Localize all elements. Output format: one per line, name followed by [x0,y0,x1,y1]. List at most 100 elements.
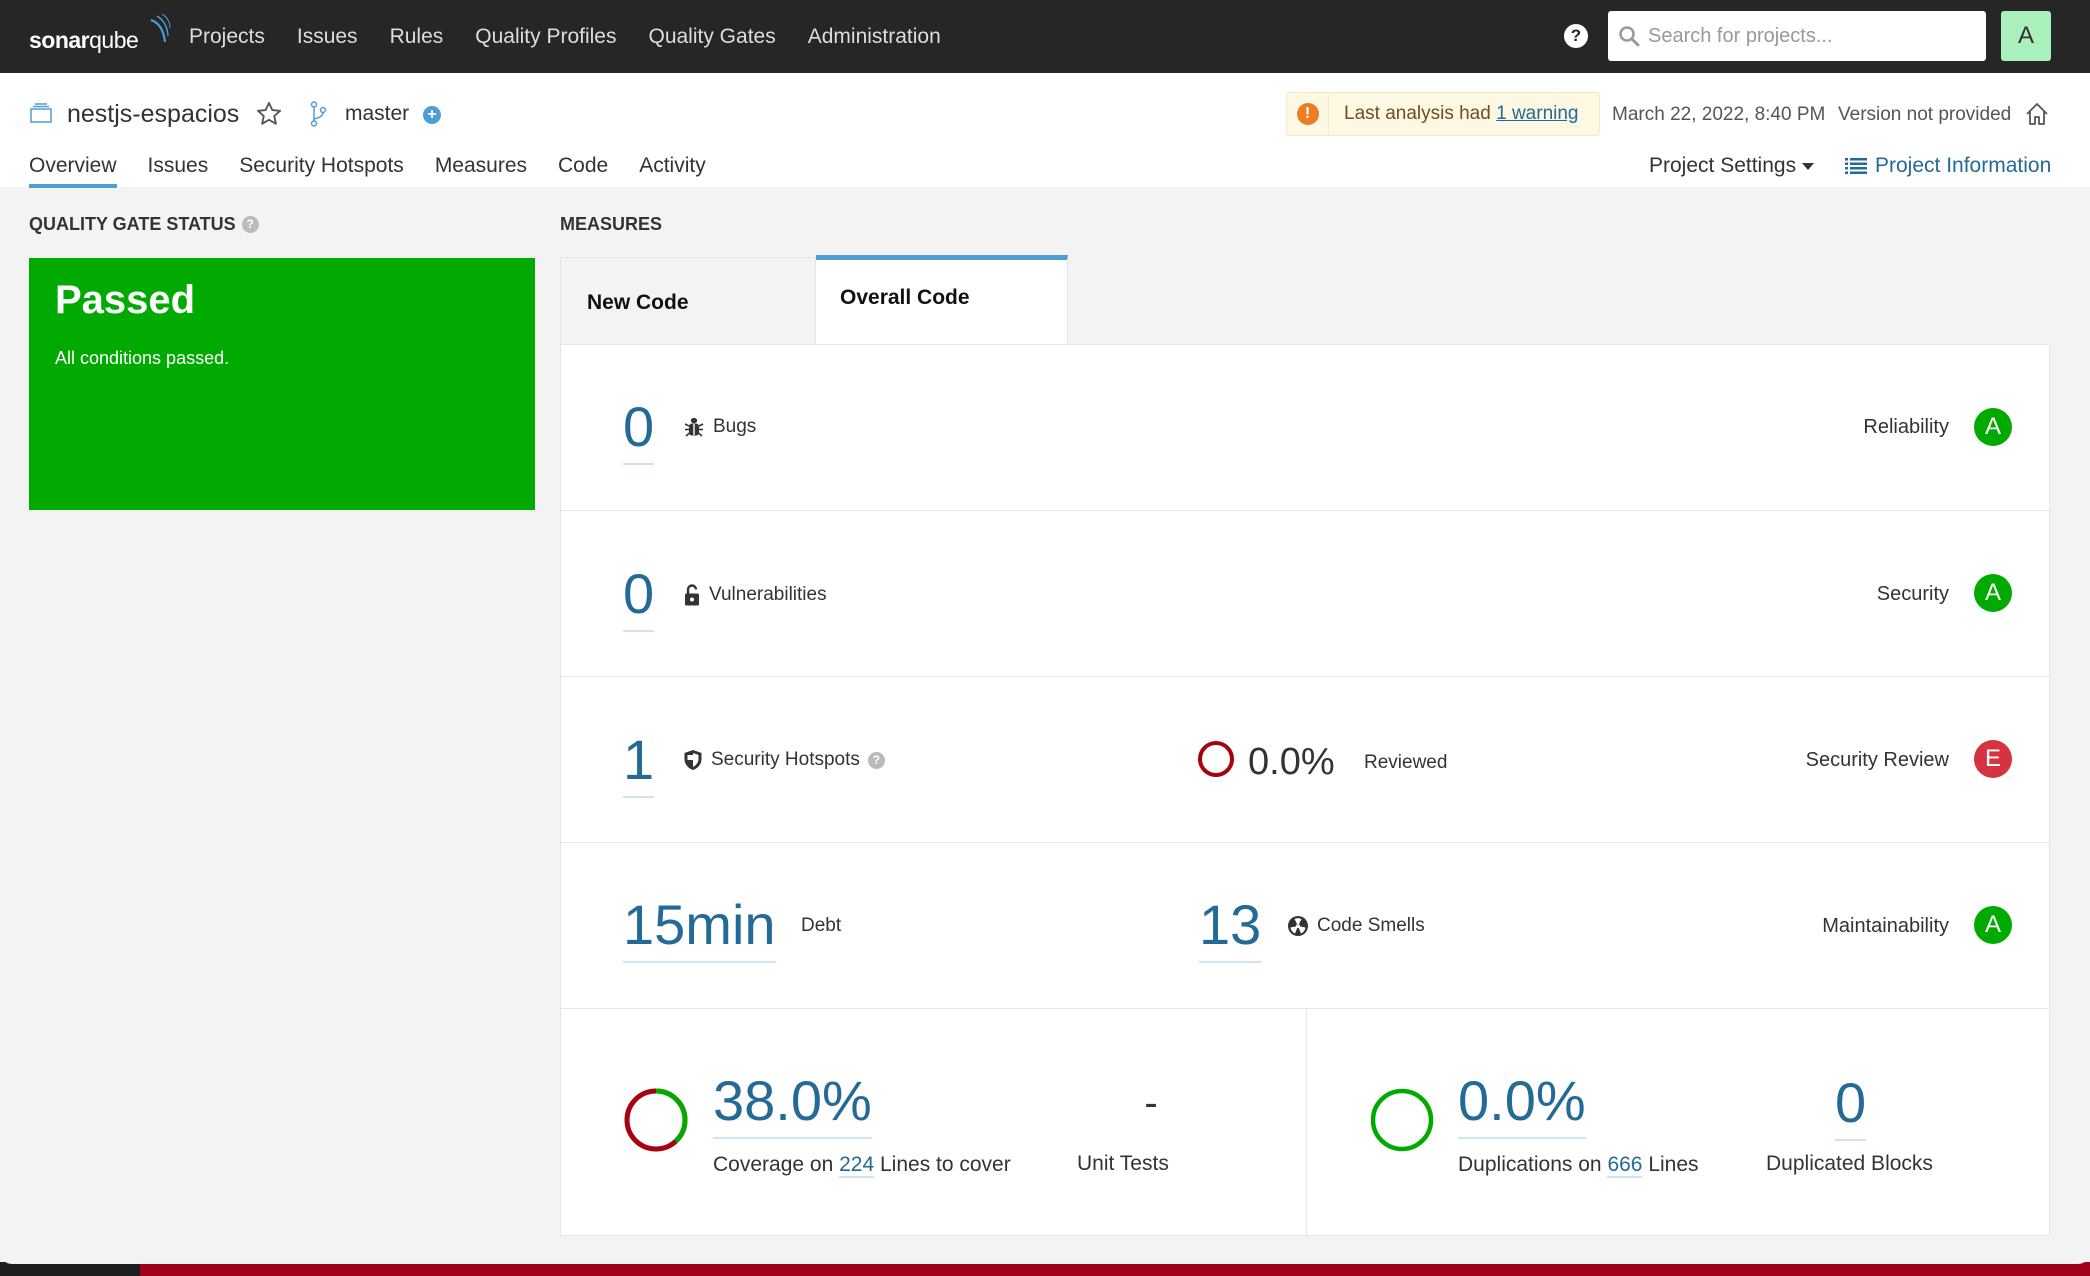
bugs-count[interactable]: 0 [623,399,655,465]
help-icon[interactable]: ? [1564,24,1588,48]
coverage-duplications-row: 38.0% Coverage on 224 Lines to cover - U… [561,1009,2049,1236]
reviewed-donut-icon [1198,741,1234,777]
tab-issues[interactable]: Issues [148,154,209,188]
branch-name[interactable]: master [345,102,409,126]
analysis-warning: ! Last analysis had 1 warning [1286,92,1600,136]
ide-status-bar [0,1262,2090,1276]
bug-icon [684,417,704,437]
search-input[interactable] [1648,24,1968,48]
warning-text: Last analysis had 1 warning [1344,103,1579,125]
top-navigation: sonar qube Projects Issues Rules Quality … [0,0,2090,73]
coverage-label-suffix: Lines to cover [879,1153,1011,1176]
duplicated-blocks-label: Duplicated Blocks [1766,1152,1933,1175]
debt-label: Debt [801,915,842,936]
tab-overall-code[interactable]: Overall Code [816,255,1068,345]
search-box [1608,11,1986,61]
duplications-percent[interactable]: 0.0% [1458,1073,1586,1139]
nav-administration[interactable]: Administration [808,25,941,49]
security-label: Security [1876,583,1949,605]
reviewed-label: Reviewed [1364,752,1448,773]
warning-link[interactable]: 1 warning [1496,103,1578,124]
favorite-star-icon[interactable] [255,100,283,128]
warning-icon-container: ! [1287,93,1329,135]
vulnerabilities-label: Vulnerabilities [683,583,827,607]
search-icon [1619,26,1640,47]
duplicated-blocks-count[interactable]: 0 [1835,1075,1867,1141]
tab-security-hotspots[interactable]: Security Hotspots [239,154,404,188]
measures-panel: 0 Bugs Reliability A 0 Vulnerabilities S… [560,344,2050,1236]
tab-activity[interactable]: Activity [639,154,706,188]
quality-gate-message: All conditions passed. [55,348,230,368]
unit-tests-value: - [1144,1081,1158,1125]
security-review-row: 1 Security Hotspots ? 0.0% Reviewed Secu… [561,677,2049,843]
nav-projects[interactable]: Projects [189,25,265,49]
warning-icon: ! [1296,103,1319,125]
code-smell-icon [1288,916,1308,936]
quality-gate-status-box: Passed All conditions passed. [29,258,535,510]
coverage-percent[interactable]: 38.0% [713,1073,872,1139]
code-smells-label: Code Smells [1287,915,1425,937]
duplications-arc [1370,1088,1434,1152]
coverage-label-prefix: Coverage on [713,1153,834,1176]
nav-quality-gates[interactable]: Quality Gates [648,25,775,49]
add-branch-icon[interactable]: + [423,106,441,124]
lines-to-cover-link[interactable]: 224 [839,1153,875,1178]
project-information-button[interactable]: Project Information [1845,154,2051,178]
help-icon[interactable]: ? [241,216,259,233]
window-bottom-edge [0,1250,2090,1264]
reliability-row: 0 Bugs Reliability A [561,345,2049,511]
unit-tests-label: Unit Tests [1077,1152,1169,1175]
list-icon [1845,158,1867,174]
logo-waves-icon [150,14,171,43]
duplicated-lines-link[interactable]: 666 [1607,1153,1643,1178]
bugs-label: Bugs [683,416,756,438]
project-settings-dropdown[interactable]: Project Settings [1649,154,1815,178]
maintainability-row: 15min Debt 13 Code Smells Maintainabilit… [561,843,2049,1009]
bugs-label-text: Bugs [713,416,757,437]
quality-gate-status: Passed [55,278,196,322]
help-icon[interactable]: ? [867,751,885,769]
security-rating[interactable]: A [1974,574,2012,612]
tab-overview[interactable]: Overview [29,154,117,188]
vulnerabilities-count[interactable]: 0 [623,566,655,632]
code-smells-count[interactable]: 13 [1199,897,1262,963]
project-information-label: Project Information [1875,154,2052,177]
tab-code[interactable]: Code [558,154,608,188]
security-hotspots-count[interactable]: 1 [623,732,655,798]
duplications-label-suffix: Lines [1648,1153,1699,1176]
reliability-rating[interactable]: A [1974,408,2012,446]
sonarqube-logo[interactable]: sonar qube [29,14,171,54]
caret-down-icon [1802,162,1815,170]
security-review-label: Security Review [1805,749,1949,771]
tab-measures[interactable]: Measures [435,154,527,188]
warning-prefix: Last analysis had [1344,103,1491,124]
branch-icon [310,101,327,127]
nav-quality-profiles[interactable]: Quality Profiles [475,25,616,49]
security-hotspots-label-text: Security Hotspots [711,749,860,770]
maintainability-rating[interactable]: A [1974,906,2012,944]
coverage-label: Coverage on 224 Lines to cover [713,1153,1011,1178]
security-review-rating[interactable]: E [1974,740,2012,778]
user-avatar[interactable]: A [2001,11,2051,61]
home-icon[interactable] [2024,101,2050,127]
unlock-icon [685,584,699,606]
security-row: 0 Vulnerabilities Security A [561,511,2049,677]
nav-issues[interactable]: Issues [297,25,358,49]
maintainability-label: Maintainability [1822,915,1949,937]
divider [1306,1009,1307,1236]
nav-rules[interactable]: Rules [390,25,444,49]
ide-status-bar-left [0,1262,140,1276]
project-tabs: Overview Issues Security Hotspots Measur… [29,154,737,188]
main-menu: Projects Issues Rules Quality Profiles Q… [189,0,973,73]
duplications-label: Duplications on 666 Lines [1458,1153,1699,1178]
project-name[interactable]: nestjs-espacios [67,100,239,129]
debt-value[interactable]: 15min [623,897,776,963]
analysis-date: March 22, 2022, 8:40 PM [1612,104,1826,125]
reliability-label: Reliability [1863,416,1949,438]
project-icon [30,103,52,123]
tab-new-code[interactable]: New Code [560,257,816,345]
logo-text-thin: qube [89,27,139,53]
security-hotspots-label: Security Hotspots ? [683,749,885,771]
reviewed-percent[interactable]: 0.0% [1248,741,1335,784]
duplications-label-prefix: Duplications on [1458,1153,1602,1176]
